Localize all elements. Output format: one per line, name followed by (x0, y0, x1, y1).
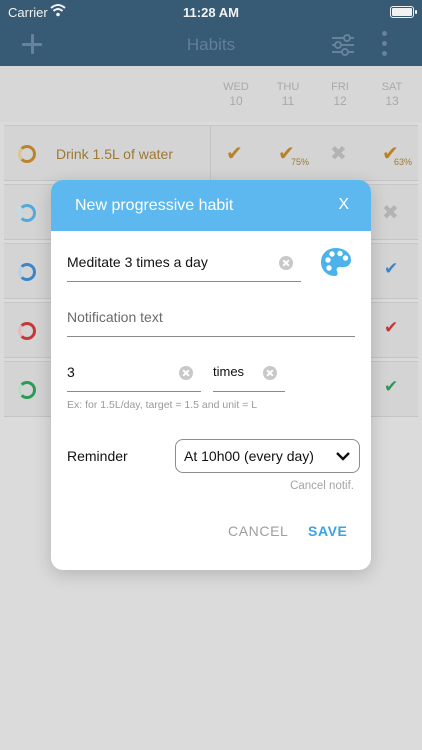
dialog-title: New progressive habit (75, 197, 234, 214)
unit-hint: Ex: for 1.5L/day, target = 1.5 and unit … (67, 399, 258, 411)
clear-icon[interactable] (179, 366, 193, 380)
dialog-header: New progressive habit X (51, 180, 371, 231)
notification-text-field[interactable]: Notification text (67, 309, 355, 337)
cancel-notification-link[interactable]: Cancel notif. (290, 480, 354, 492)
cancel-button[interactable]: CANCEL (228, 523, 288, 539)
unit-value: times (213, 364, 245, 379)
clear-icon[interactable] (279, 256, 293, 270)
notification-placeholder: Notification text (67, 309, 163, 325)
target-value: 3 (67, 364, 75, 380)
new-habit-dialog: New progressive habit X Meditate 3 times… (51, 180, 371, 570)
habit-name-field[interactable]: Meditate 3 times a day (67, 254, 301, 282)
reminder-value: At 10h00 (every day) (184, 448, 314, 464)
target-field[interactable]: 3 (67, 364, 201, 392)
close-button[interactable]: X (338, 196, 349, 214)
palette-icon[interactable] (319, 246, 353, 278)
unit-field[interactable]: times (213, 364, 285, 392)
clear-icon[interactable] (263, 366, 277, 380)
save-button[interactable]: SAVE (308, 523, 348, 539)
chevron-down-icon (336, 452, 350, 461)
reminder-label: Reminder (67, 448, 128, 464)
reminder-select[interactable]: At 10h00 (every day) (175, 439, 360, 473)
habit-name-value: Meditate 3 times a day (67, 254, 208, 270)
